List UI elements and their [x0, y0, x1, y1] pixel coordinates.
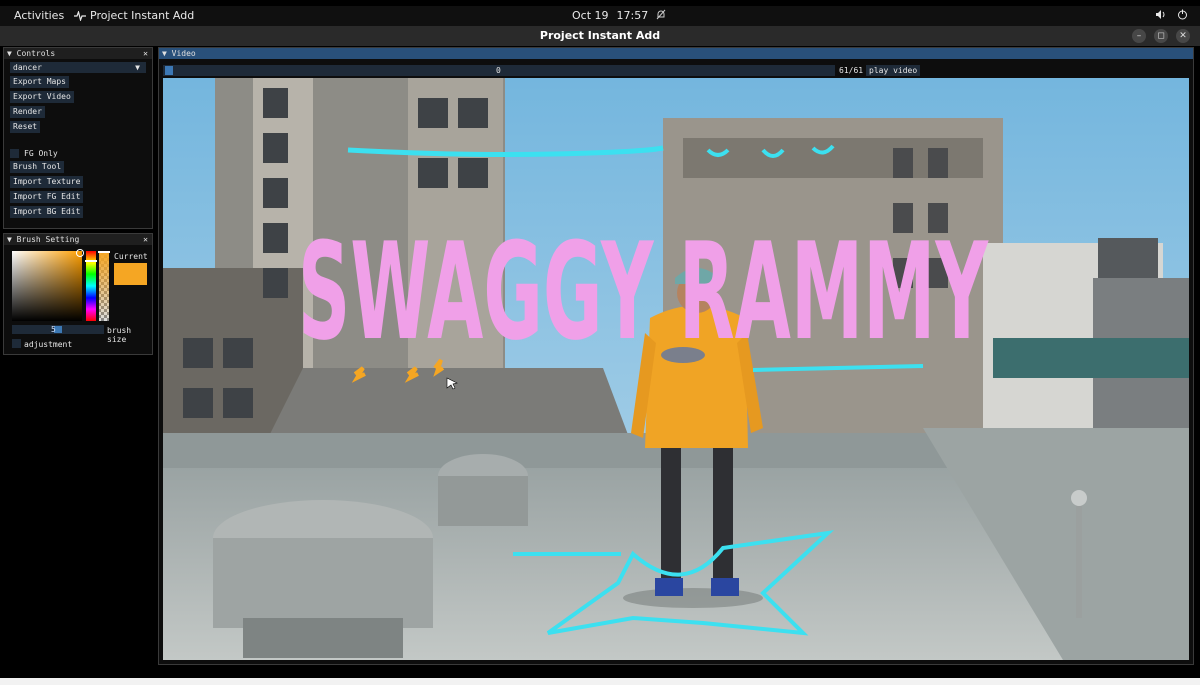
app-menu-label: Project Instant Add: [90, 9, 195, 22]
import-bg-edit-button[interactable]: Import BG Edit: [10, 206, 84, 218]
current-color-swatch: [114, 263, 147, 285]
collapse-arrow-icon[interactable]: ▼: [7, 235, 17, 244]
frame-slider-value: 0: [496, 66, 501, 75]
maximize-icon[interactable]: ◻: [1154, 29, 1168, 43]
controls-panel-header[interactable]: ▼ Controls ✕: [4, 48, 152, 59]
saturation-value-square[interactable]: [12, 249, 84, 322]
window-title: Project Instant Add: [539, 29, 661, 42]
brush-panel-header[interactable]: ▼ Brush Setting ✕: [4, 234, 152, 245]
clock-date: Oct 19: [572, 9, 609, 22]
frame-slider[interactable]: 0: [163, 65, 835, 76]
video-controls: 0 61/61 play video: [163, 65, 1191, 76]
controls-panel-title: Controls: [16, 49, 56, 58]
system-top-bar: Activities Project Instant Add Oct 19 17…: [0, 6, 1200, 26]
power-icon: [1178, 9, 1187, 20]
brush-size-slider[interactable]: [12, 325, 104, 334]
clock-time: 17:57: [616, 9, 649, 22]
frame-counter: 61/61: [839, 66, 864, 75]
collapse-arrow-icon[interactable]: ▼: [162, 49, 172, 58]
brush-panel-title: Brush Setting: [16, 235, 80, 244]
play-video-button[interactable]: play video: [866, 65, 921, 76]
app-menu[interactable]: Project Instant Add: [74, 9, 194, 22]
adjustment-label: adjustment: [24, 340, 73, 349]
app-activity-icon: [74, 10, 86, 21]
video-panel-title: Video: [171, 49, 196, 58]
render-button[interactable]: Render: [10, 106, 45, 118]
import-texture-button[interactable]: Import Texture: [10, 176, 84, 188]
clock[interactable]: Oct 19 17:57: [572, 9, 666, 22]
activities-button[interactable]: Activities: [14, 9, 64, 22]
brush-size-label: brush size: [107, 326, 132, 344]
video-panel-header[interactable]: ▼ Video: [159, 48, 1193, 59]
screen: Activities Project Instant Add Oct 19 17…: [0, 0, 1200, 678]
close-icon[interactable]: ✕: [143, 48, 148, 59]
checkbox-box[interactable]: [10, 149, 19, 158]
video-frame[interactable]: SWAGGY RAMMY: [163, 78, 1189, 660]
close-icon[interactable]: ✕: [1176, 29, 1190, 43]
reset-button[interactable]: Reset: [10, 121, 41, 133]
close-icon[interactable]: ✕: [143, 234, 148, 245]
chevron-down-icon: ▼: [135, 63, 140, 72]
volume-icon: [1156, 10, 1165, 19]
brush-setting-panel: ▼ Brush Setting ✕ Current 5 brush size a…: [3, 233, 153, 355]
dancer-dropdown[interactable]: dancer ▼: [10, 62, 146, 73]
import-fg-edit-button[interactable]: Import FG Edit: [10, 191, 84, 203]
controls-panel: ▼ Controls ✕ dancer ▼ Export Maps Export…: [3, 47, 153, 229]
brush-tool-button[interactable]: Brush Tool: [10, 161, 65, 173]
notifications-muted-icon: [656, 9, 666, 20]
brush-size-value: 5: [51, 325, 56, 334]
collapse-arrow-icon[interactable]: ▼: [7, 49, 17, 58]
adjustment-checkbox[interactable]: [12, 339, 21, 348]
fg-only-checkbox[interactable]: FG Only: [10, 149, 146, 158]
hue-bar[interactable]: [85, 251, 97, 321]
slider-grab[interactable]: [165, 66, 173, 75]
dropdown-value: dancer: [13, 63, 42, 72]
current-color-label: Current: [114, 252, 148, 261]
fg-only-label: FG Only: [24, 149, 58, 158]
export-video-button[interactable]: Export Video: [10, 91, 74, 103]
overlay-title-text: SWAGGY RAMMY: [298, 214, 989, 370]
minimize-icon[interactable]: –: [1132, 29, 1146, 43]
alpha-bar[interactable]: [98, 251, 110, 321]
system-tray[interactable]: [1155, 9, 1188, 20]
window-title-bar[interactable]: Project Instant Add – ◻ ✕: [0, 26, 1200, 46]
export-maps-button[interactable]: Export Maps: [10, 76, 69, 88]
